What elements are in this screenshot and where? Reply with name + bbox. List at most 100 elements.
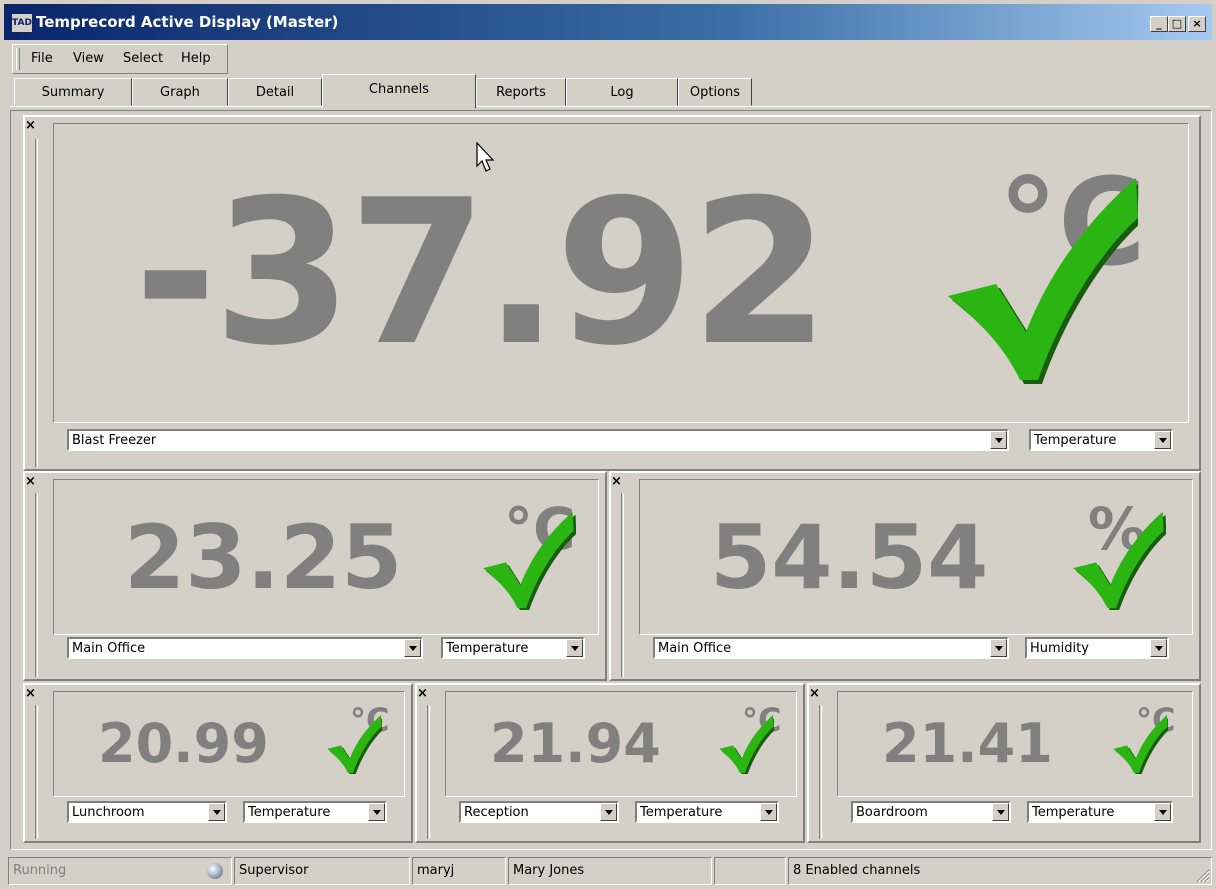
reading-value: 20.99 — [98, 712, 269, 775]
tab-log[interactable]: Log — [566, 78, 678, 106]
title-bar[interactable]: TAD Temprecord Active Display (Master) _… — [4, 4, 1212, 40]
panel-splitter[interactable] — [35, 705, 38, 839]
check-icon — [327, 715, 382, 774]
measure-value: Temperature — [1034, 433, 1117, 448]
measure-value: Humidity — [1030, 641, 1089, 656]
status-bar: Running Supervisor maryj Mary Jones 8 En… — [8, 857, 1212, 885]
measure-select[interactable]: Humidity — [1025, 637, 1169, 659]
reading-area: 54.54 % — [639, 479, 1193, 635]
chevron-down-icon[interactable] — [1154, 431, 1171, 449]
location-select[interactable]: Main Office — [67, 637, 423, 659]
toolbar-grip[interactable] — [16, 48, 20, 70]
status-indicator-icon — [207, 863, 223, 879]
close-channel-button[interactable]: × — [25, 687, 36, 700]
channels-panel: × -37.92 °C Blast Freezer Temperature × — [10, 110, 1212, 850]
chevron-down-icon[interactable] — [1150, 639, 1167, 657]
chevron-down-icon[interactable] — [566, 639, 583, 657]
channel-panel-2: × 23.25 °C Main Office Temperature — [23, 471, 607, 681]
check-icon — [1113, 715, 1168, 774]
reading-area: 21.94 °C — [445, 691, 797, 797]
chevron-down-icon[interactable] — [990, 431, 1007, 449]
reading-area: -37.92 °C — [53, 123, 1189, 423]
measure-select[interactable]: Temperature — [243, 801, 387, 823]
tab-reports[interactable]: Reports — [476, 78, 566, 106]
location-value: Reception — [464, 805, 529, 820]
panel-splitter[interactable] — [35, 139, 38, 467]
chevron-down-icon[interactable] — [368, 803, 385, 821]
tab-detail[interactable]: Detail — [228, 78, 322, 106]
status-running: Running — [8, 857, 232, 885]
app-icon: TAD — [12, 14, 32, 32]
measure-select[interactable]: Temperature — [1029, 429, 1173, 451]
chevron-down-icon[interactable] — [992, 803, 1009, 821]
mouse-cursor-icon — [476, 142, 495, 172]
panel-splitter[interactable] — [427, 705, 430, 839]
close-channel-button[interactable]: × — [25, 119, 36, 132]
menu-help[interactable]: Help — [181, 51, 211, 66]
reading-value: -37.92 — [134, 157, 830, 390]
location-select[interactable]: Lunchroom — [67, 801, 227, 823]
tab-options[interactable]: Options — [678, 78, 752, 106]
menu-select[interactable]: Select — [123, 51, 163, 66]
window-title: Temprecord Active Display (Master) — [36, 13, 339, 31]
close-channel-button[interactable]: × — [417, 687, 428, 700]
close-channel-button[interactable]: × — [611, 475, 622, 488]
measure-select[interactable]: Temperature — [441, 637, 585, 659]
measure-value: Temperature — [248, 805, 331, 820]
chevron-down-icon[interactable] — [990, 639, 1007, 657]
close-window-button[interactable]: × — [1188, 16, 1206, 32]
panel-splitter[interactable] — [35, 493, 38, 677]
check-icon — [483, 511, 576, 610]
channel-panel-1: × -37.92 °C Blast Freezer Temperature — [23, 115, 1201, 471]
reading-area: 20.99 °C — [53, 691, 405, 797]
status-full-name: Mary Jones — [508, 857, 712, 885]
panel-splitter[interactable] — [819, 705, 822, 839]
chevron-down-icon[interactable] — [1154, 803, 1171, 821]
location-value: Main Office — [72, 641, 146, 656]
channel-panel-4: × 20.99 °C Lunchroom Temperature — [23, 683, 413, 843]
menu-bar: File View Select Help — [12, 44, 228, 74]
location-select[interactable]: Blast Freezer — [67, 429, 1009, 451]
location-select[interactable]: Reception — [459, 801, 619, 823]
close-channel-button[interactable]: × — [809, 687, 820, 700]
check-icon — [1073, 511, 1166, 610]
channel-panel-6: × 21.41 °C Boardroom Temperature — [807, 683, 1201, 843]
panel-splitter[interactable] — [621, 493, 624, 677]
tab-summary[interactable]: Summary — [14, 78, 132, 106]
location-value: Lunchroom — [72, 805, 145, 820]
location-select[interactable]: Main Office — [653, 637, 1009, 659]
resize-grip-icon[interactable] — [1194, 867, 1210, 883]
location-select[interactable]: Boardroom — [851, 801, 1011, 823]
chevron-down-icon[interactable] — [208, 803, 225, 821]
reading-value: 54.54 — [710, 506, 989, 609]
chevron-down-icon[interactable] — [760, 803, 777, 821]
chevron-down-icon[interactable] — [600, 803, 617, 821]
close-channel-button[interactable]: × — [25, 475, 36, 488]
status-state-text: Running — [13, 863, 67, 878]
channel-panel-3: × 54.54 % Main Office Humidity — [609, 471, 1201, 681]
measure-value: Temperature — [1032, 805, 1115, 820]
reading-area: 23.25 °C — [53, 479, 599, 635]
measure-value: Temperature — [640, 805, 723, 820]
menu-view[interactable]: View — [73, 51, 104, 66]
status-role: Supervisor — [234, 857, 410, 885]
menu-file[interactable]: File — [31, 51, 53, 66]
tab-channels[interactable]: Channels — [322, 74, 476, 108]
reading-value: 23.25 — [124, 506, 403, 609]
measure-select[interactable]: Temperature — [1027, 801, 1173, 823]
location-value: Boardroom — [856, 805, 928, 820]
reading-value: 21.94 — [490, 712, 661, 775]
check-icon — [719, 715, 774, 774]
status-channels: 8 Enabled channels — [788, 857, 1212, 885]
measure-value: Temperature — [446, 641, 529, 656]
tab-graph[interactable]: Graph — [132, 78, 228, 106]
measure-select[interactable]: Temperature — [635, 801, 779, 823]
status-blank — [714, 857, 786, 885]
channel-panel-5: × 21.94 °C Reception Temperature — [415, 683, 805, 843]
reading-area: 21.41 °C — [837, 691, 1193, 797]
check-icon — [948, 178, 1138, 384]
minimize-button[interactable]: _ — [1150, 16, 1168, 32]
chevron-down-icon[interactable] — [404, 639, 421, 657]
maximize-button[interactable]: □ — [1168, 16, 1186, 32]
status-username: maryj — [412, 857, 506, 885]
